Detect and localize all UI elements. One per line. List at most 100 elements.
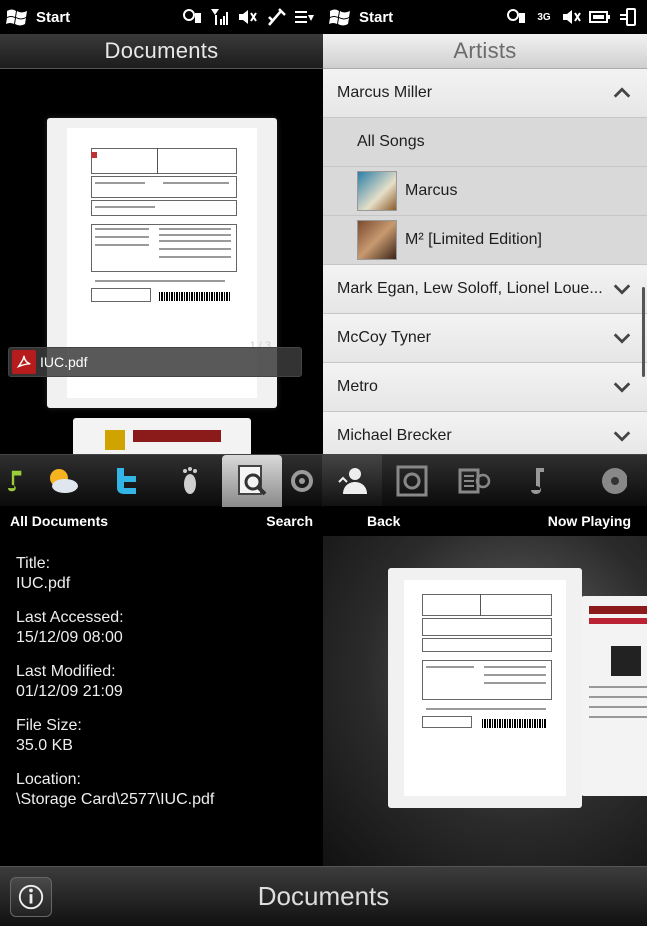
artists-pane: Artists Marcus Miller All Songs Marcus M… — [323, 34, 647, 454]
sync-icon[interactable] — [505, 7, 527, 27]
detail-last-accessed-label: Last Accessed: — [16, 609, 124, 626]
artist-row-michael-brecker[interactable]: Michael Brecker — [323, 412, 647, 454]
chevron-up-icon[interactable] — [611, 82, 633, 104]
chevron-down-icon[interactable] — [611, 425, 633, 447]
all-songs-label: All Songs — [357, 133, 425, 150]
music-note-green-icon — [7, 470, 22, 491]
footprints-icon — [183, 466, 197, 494]
video-icon — [458, 468, 491, 493]
tab-footprints[interactable] — [158, 455, 222, 507]
album-row-marcus[interactable]: Marcus — [323, 167, 647, 216]
artist-row-metro[interactable]: Metro — [323, 363, 647, 412]
detail-title-value: IUC.pdf — [16, 575, 71, 592]
status-bar-left: Start — [0, 0, 323, 34]
settings-gear-icon — [291, 469, 313, 492]
disc-icon — [602, 467, 627, 494]
detail-last-accessed: Last Accessed: 15/12/09 08:00 — [16, 608, 307, 648]
softkeys-left: All Documents Search — [0, 506, 323, 536]
album-label: M² [Limited Edition] — [405, 231, 542, 248]
scroll-indicator[interactable] — [642, 287, 645, 377]
detail-file-size-value: 35.0 KB — [16, 737, 73, 754]
document-search-icon — [238, 464, 267, 495]
volume-icon[interactable] — [561, 7, 583, 27]
tab-strip — [0, 454, 647, 507]
start-button[interactable]: Start — [323, 7, 393, 27]
start-label: Start — [36, 8, 71, 26]
artist-row-marcus-miller[interactable]: Marcus Miller — [323, 69, 647, 118]
tab-albums[interactable] — [382, 455, 442, 507]
chevron-down-icon[interactable] — [611, 376, 633, 398]
artists-pane-title: Artists — [323, 34, 647, 69]
artist-row-mark-egan[interactable]: Mark Egan, Lew Soloff, Lionel Loue... — [323, 265, 647, 314]
file-name-label: IUC.pdf — [40, 354, 88, 370]
detail-file-size: File Size: 35.0 KB — [16, 716, 307, 756]
detail-last-accessed-value: 15/12/09 08:00 — [16, 629, 123, 646]
pdf-file-icon — [12, 350, 36, 374]
tab-documents[interactable] — [222, 454, 282, 507]
twitter-icon — [117, 467, 136, 494]
artist-label: Metro — [337, 378, 378, 395]
menu-list-icon[interactable] — [293, 7, 315, 27]
bottom-bar: Documents — [0, 866, 647, 926]
softkeys-right: Back Now Playing — [323, 506, 647, 536]
tab-twitter[interactable] — [94, 455, 158, 507]
tab-songs[interactable] — [506, 455, 570, 507]
detail-location-label: Location: — [16, 771, 81, 788]
info-button[interactable] — [10, 877, 52, 917]
chevron-down-icon[interactable] — [611, 278, 633, 300]
artist-label: Michael Brecker — [337, 427, 452, 444]
artist-label: Marcus Miller — [337, 84, 433, 101]
network-3g-icon[interactable]: 3G — [533, 7, 555, 27]
pdf-page — [404, 580, 566, 796]
next-document-preview[interactable] — [581, 596, 647, 796]
chevron-down-icon[interactable] — [611, 327, 633, 349]
tab-discs[interactable] — [570, 455, 627, 507]
detail-location: Location: \Storage Card\2577\IUC.pdf — [16, 770, 307, 810]
info-icon — [18, 884, 44, 910]
bottom-bar-title: Documents — [257, 881, 390, 911]
artist-row-mccoy-tyner[interactable]: McCoy Tyner — [323, 314, 647, 363]
tab-settings[interactable] — [282, 455, 322, 507]
music-note-icon — [531, 467, 544, 494]
artist-icon — [338, 467, 367, 494]
documents-pane-title: Documents — [0, 34, 323, 69]
windows-logo-icon — [6, 7, 28, 27]
album-art-image — [357, 171, 397, 211]
start-label: Start — [359, 8, 394, 26]
detail-last-modified: Last Modified: 01/12/09 21:09 — [16, 662, 307, 702]
detail-last-modified-value: 01/12/09 21:09 — [16, 683, 123, 700]
windows-logo-icon — [329, 7, 351, 27]
album-row-m2-limited-edition[interactable]: M² [Limited Edition] — [323, 216, 647, 265]
signal-icon[interactable] — [209, 7, 231, 27]
artist-label: Mark Egan, Lew Soloff, Lionel Loue... — [337, 280, 603, 297]
back-softkey[interactable]: Back — [367, 513, 400, 529]
all-documents-softkey[interactable]: All Documents — [10, 513, 108, 529]
tab-videos[interactable] — [442, 455, 506, 507]
next-document-thumbnail[interactable] — [73, 418, 251, 454]
search-softkey[interactable]: Search — [266, 513, 313, 529]
detail-file-size-label: File Size: — [16, 717, 82, 734]
now-playing-softkey[interactable]: Now Playing — [548, 513, 631, 529]
tab-artists[interactable] — [322, 454, 382, 507]
phone-connection-icon[interactable] — [617, 7, 639, 27]
artist-label: McCoy Tyner — [337, 329, 431, 346]
list-item-all-songs[interactable]: All Songs — [323, 118, 647, 167]
status-bar-right: Start 3G — [323, 0, 647, 34]
pdf-preview-large[interactable] — [388, 568, 582, 808]
tab-weather[interactable] — [30, 455, 94, 507]
detail-title-label: Title: — [16, 555, 51, 572]
file-name-chip[interactable]: IUC.pdf — [8, 347, 302, 377]
weather-icon — [50, 468, 78, 493]
start-button[interactable]: Start — [0, 7, 70, 27]
detail-last-modified-label: Last Modified: — [16, 663, 116, 680]
tab-music[interactable] — [0, 455, 30, 507]
usb-connection-icon[interactable] — [265, 7, 287, 27]
album-icon — [396, 465, 428, 496]
document-details: Title: IUC.pdf Last Accessed: 15/12/09 0… — [0, 536, 323, 866]
album-art-image — [357, 220, 397, 260]
document-preview-pane — [323, 536, 647, 866]
volume-icon[interactable] — [237, 7, 259, 27]
documents-pane: Documents 1 / 3 IUC.pdf — [0, 34, 323, 454]
sync-icon[interactable] — [181, 7, 203, 27]
battery-icon[interactable] — [589, 7, 611, 27]
